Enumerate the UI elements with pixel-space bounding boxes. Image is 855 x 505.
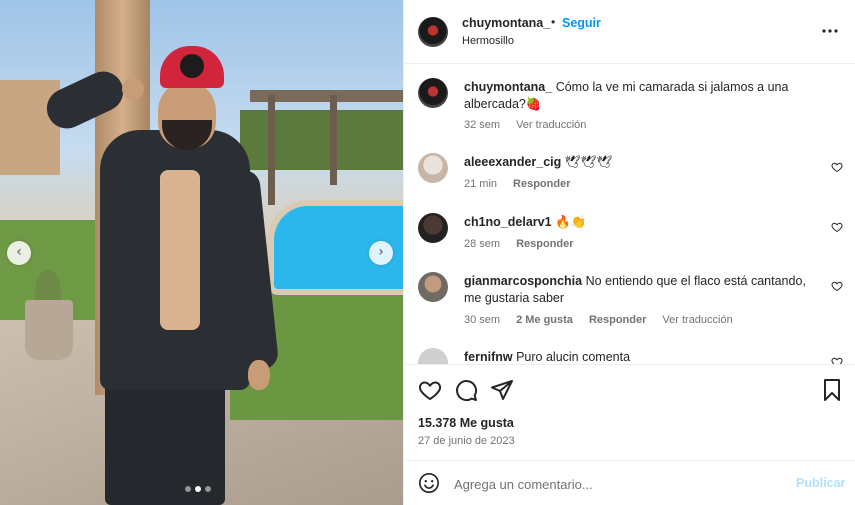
comment-text: gianmarcosponchia No entiendo que el fla… (464, 273, 809, 307)
comment-text: ch1no_delarv1 🔥👏 (464, 214, 809, 231)
reply-button[interactable]: Responder (516, 238, 573, 250)
avatar[interactable] (418, 17, 448, 47)
cap-logo (180, 54, 204, 78)
photo-pergola-post (330, 95, 337, 185)
comment-meta: 30 sem 2 Me gusta Responder Ver traducci… (464, 314, 733, 326)
follow-button[interactable]: Seguir (562, 16, 601, 30)
bookmark-icon[interactable] (820, 378, 844, 402)
comment-username[interactable]: gianmarcosponchia (464, 274, 582, 288)
caption-time[interactable]: 32 sem (464, 119, 500, 131)
emoji-icon[interactable] (418, 472, 440, 494)
comment-like-heart-icon[interactable] (831, 161, 843, 173)
comment-body: 🕊🕊🕊 (564, 155, 613, 169)
person-chest (160, 170, 200, 330)
comment-body: 🔥👏 (555, 215, 587, 229)
person-legs (105, 370, 225, 505)
reply-button[interactable]: Responder (589, 314, 646, 326)
comment-like-heart-icon[interactable] (831, 280, 843, 292)
avatar[interactable] (418, 153, 448, 183)
avatar[interactable] (418, 348, 448, 364)
more-options-icon[interactable] (822, 20, 838, 38)
carousel-dot (185, 486, 191, 492)
person-hand (248, 360, 270, 390)
post-date[interactable]: 27 de junio de 2023 (418, 435, 515, 447)
comment-meta: 21 min Responder (464, 178, 571, 190)
post-actions: 15.378 Me gusta 27 de junio de 2023 (404, 364, 855, 460)
comment-body: Puro alucin comenta (516, 350, 631, 364)
comment-time[interactable]: 28 sem (464, 238, 500, 250)
translate-link[interactable]: Ver traducción (516, 119, 586, 131)
like-count[interactable]: 15.378 Me gusta (418, 416, 514, 430)
comment-username[interactable]: ch1no_delarv1 (464, 215, 552, 229)
post-header: chuymontana_ • Seguir Hermosillo (404, 0, 855, 64)
send-icon[interactable] (490, 378, 514, 402)
comment-text: fernifnw Puro alucin comenta (464, 349, 809, 364)
avatar[interactable] (418, 213, 448, 243)
carousel-dot (195, 486, 201, 492)
reply-button[interactable]: Responder (513, 178, 570, 190)
caption-meta: 32 sem Ver traducción (464, 119, 586, 131)
caption-username[interactable]: chuymontana_ (464, 80, 552, 94)
publish-button[interactable]: Publicar (796, 476, 845, 490)
comment-input[interactable] (454, 474, 774, 494)
header-separator: • (551, 15, 556, 29)
post-photo[interactable]: ‹ › (0, 0, 403, 505)
post-side-panel: chuymontana_ • Seguir Hermosillo chuymon… (403, 0, 855, 505)
comment-meta: 28 sem Responder (464, 238, 574, 250)
add-comment-bar: Publicar (404, 460, 855, 505)
header-username[interactable]: chuymontana_ (462, 16, 550, 30)
heart-icon[interactable] (418, 378, 442, 402)
translate-link[interactable]: Ver traducción (662, 314, 732, 326)
carousel-dots (185, 486, 211, 492)
carousel-dot (205, 486, 211, 492)
location-link[interactable]: Hermosillo (462, 35, 514, 47)
comment-username[interactable]: fernifnw (464, 350, 513, 364)
comment-like-count[interactable]: 2 Me gusta (516, 314, 573, 326)
comment-like-heart-icon[interactable] (831, 356, 843, 364)
comment-time[interactable]: 30 sem (464, 314, 500, 326)
comments-list[interactable]: chuymontana_ Cómo la ve mi camarada si j… (404, 64, 855, 364)
comment-icon[interactable] (454, 378, 478, 402)
comment-like-heart-icon[interactable] (831, 221, 843, 233)
carousel-next-button[interactable]: › (369, 241, 393, 265)
comment-text: aleeexander_cig 🕊🕊🕊 (464, 154, 809, 171)
person-hand (122, 78, 144, 100)
avatar[interactable] (418, 78, 448, 108)
photo-person (40, 46, 280, 505)
caption-text: chuymontana_ Cómo la ve mi camarada si j… (464, 79, 809, 113)
comment-username[interactable]: aleeexander_cig (464, 155, 561, 169)
person-arm (40, 64, 130, 136)
comment-time[interactable]: 21 min (464, 178, 497, 190)
avatar[interactable] (418, 272, 448, 302)
carousel-prev-button[interactable]: ‹ (7, 241, 31, 265)
